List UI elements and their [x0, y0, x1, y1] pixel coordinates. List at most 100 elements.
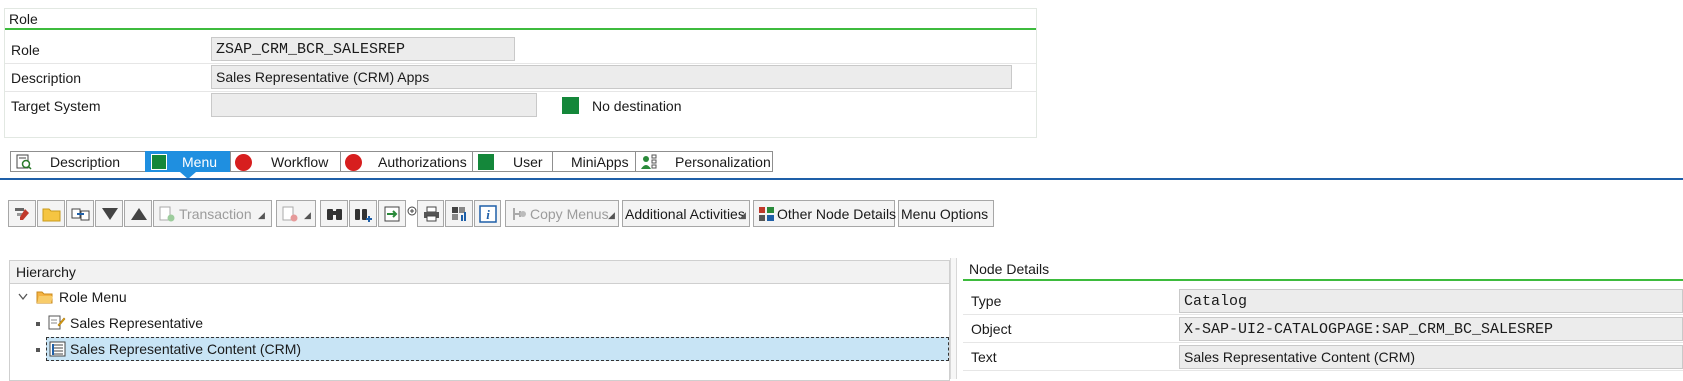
role-group: Role Role ZSAP_CRM_BCR_SALESREP Descript… [4, 8, 1037, 138]
info-icon: i [479, 205, 497, 223]
description-row: Description Sales Representative (CRM) A… [5, 64, 1036, 92]
tab-authorizations-label: Authorizations [378, 154, 467, 170]
menu-options-button[interactable]: Menu Options [898, 200, 994, 227]
edit-node-icon [15, 208, 29, 220]
move-up-button[interactable] [124, 200, 152, 227]
tree-node-role-menu[interactable]: Role Menu [16, 285, 316, 309]
status-red-icon [235, 154, 252, 171]
status-red-icon [345, 154, 362, 171]
delete-node-button[interactable]: ◢ [276, 200, 316, 227]
tab-rule [0, 178, 1683, 180]
personalization-icon [641, 154, 657, 169]
type-field[interactable]: Catalog [1179, 289, 1683, 313]
target-system-field[interactable] [211, 93, 537, 117]
tab-menu[interactable]: Menu [145, 151, 230, 172]
other-node-details-button[interactable]: Other Node Details [753, 200, 897, 227]
svg-text:i: i [486, 207, 490, 222]
description-label: Description [11, 70, 82, 86]
tab-description[interactable]: Description [10, 151, 145, 172]
target-status-text: No destination [592, 98, 682, 114]
tab-personalization[interactable]: Personalization [635, 151, 773, 172]
find-next-button[interactable] [349, 200, 377, 227]
folder-edit-icon [48, 315, 66, 330]
type-row: Type Catalog [963, 287, 1683, 315]
tree-node-sales-representative[interactable]: Sales Representative [36, 311, 336, 335]
menu-options-label: Menu Options [901, 206, 989, 222]
status-green-icon [478, 154, 494, 170]
target-system-row: Target System No destination [5, 92, 1036, 119]
folder-icon [42, 208, 61, 222]
tab-workflow-label: Workflow [271, 154, 329, 170]
dropdown-caret-icon: ◢ [739, 210, 746, 220]
print-button[interactable] [417, 200, 444, 227]
import-button[interactable] [378, 200, 406, 227]
copy-menus-icon [513, 208, 526, 220]
status-green-icon [562, 97, 579, 114]
panel-splitter[interactable] [950, 258, 957, 379]
tab-user-label: User [513, 154, 543, 170]
target-system-label: Target System [11, 98, 101, 114]
move-node-icon [71, 208, 90, 221]
tree-node-label: Role Menu [59, 289, 127, 305]
layout-button[interactable] [445, 200, 473, 227]
zoom-button[interactable] [407, 200, 417, 227]
document-check-icon [16, 154, 32, 170]
text-field[interactable]: Sales Representative Content (CRM) [1179, 345, 1683, 369]
tab-description-label: Description [50, 154, 121, 170]
node-details-panel: Node Details Type Catalog Object X-SAP-U… [963, 260, 1683, 379]
copy-menus-button[interactable]: Copy Menus ◢ [505, 200, 619, 227]
move-down-button[interactable] [95, 200, 123, 227]
copy-menus-label: Copy Menus [530, 206, 609, 222]
add-transaction-icon [159, 206, 175, 222]
tree-bullet-icon [36, 348, 40, 352]
dropdown-caret-icon: ◢ [608, 210, 615, 220]
dropdown-caret-icon: ◢ [258, 210, 265, 220]
catalog-icon [49, 341, 66, 357]
object-row: Object X-SAP-UI2-CATALOGPAGE:SAP_CRM_BC_… [963, 315, 1683, 343]
node-details-icon [759, 207, 774, 221]
role-group-underline [5, 28, 1036, 30]
additional-activities-label: Additional Activities [625, 206, 745, 222]
transaction-button[interactable]: Transaction ◢ [153, 200, 272, 227]
additional-activities-button[interactable]: Additional Activities ◢ [622, 200, 750, 227]
grid-chart-icon [452, 207, 466, 221]
tree-bullet-icon [36, 322, 40, 326]
tab-user[interactable]: User [472, 151, 552, 172]
printer-icon [424, 206, 439, 222]
binoculars-plus-icon [355, 209, 372, 222]
chevron-down-icon[interactable] [18, 293, 28, 301]
delete-node-icon [282, 206, 298, 222]
role-label: Role [11, 42, 40, 58]
open-folder-icon [36, 291, 53, 304]
role-group-title: Role [9, 11, 38, 27]
tab-workflow[interactable]: Workflow [230, 151, 340, 172]
tab-authorizations[interactable]: Authorizations [340, 151, 472, 172]
other-node-details-label: Other Node Details [777, 206, 897, 222]
tree-node-sales-representative-content[interactable]: Sales Representative Content (CRM) [36, 337, 949, 361]
dropdown-caret-icon: ◢ [304, 210, 311, 220]
node-details-title: Node Details [969, 261, 1050, 277]
folder-button[interactable] [37, 200, 65, 227]
description-field[interactable]: Sales Representative (CRM) Apps [211, 65, 1012, 89]
hierarchy-panel: Hierarchy Role Menu Sales Representative… [9, 260, 950, 381]
role-field[interactable]: ZSAP_CRM_BCR_SALESREP [211, 37, 515, 61]
tab-miniapps[interactable]: MiniApps [552, 151, 635, 172]
binoculars-icon [327, 209, 342, 220]
tab-miniapps-label: MiniApps [571, 154, 629, 170]
move-node-button[interactable] [66, 200, 94, 227]
text-row: Text Sales Representative Content (CRM) [963, 343, 1683, 371]
import-icon [384, 206, 400, 222]
object-field[interactable]: X-SAP-UI2-CATALOGPAGE:SAP_CRM_BC_SALESRE… [1179, 317, 1683, 341]
hierarchy-header: Hierarchy [10, 261, 949, 284]
tree-node-label: Sales Representative Content (CRM) [70, 341, 302, 357]
status-green-icon [151, 154, 167, 170]
tree-node-label: Sales Representative [70, 315, 204, 331]
role-row: Role ZSAP_CRM_BCR_SALESREP [5, 36, 1036, 64]
find-button[interactable] [320, 200, 348, 227]
info-button[interactable]: i [474, 200, 501, 227]
text-label: Text [971, 349, 997, 365]
edit-node-button[interactable] [8, 200, 36, 227]
transaction-label: Transaction [179, 206, 252, 222]
type-label: Type [971, 293, 1002, 309]
triangle-down-icon [102, 208, 118, 220]
